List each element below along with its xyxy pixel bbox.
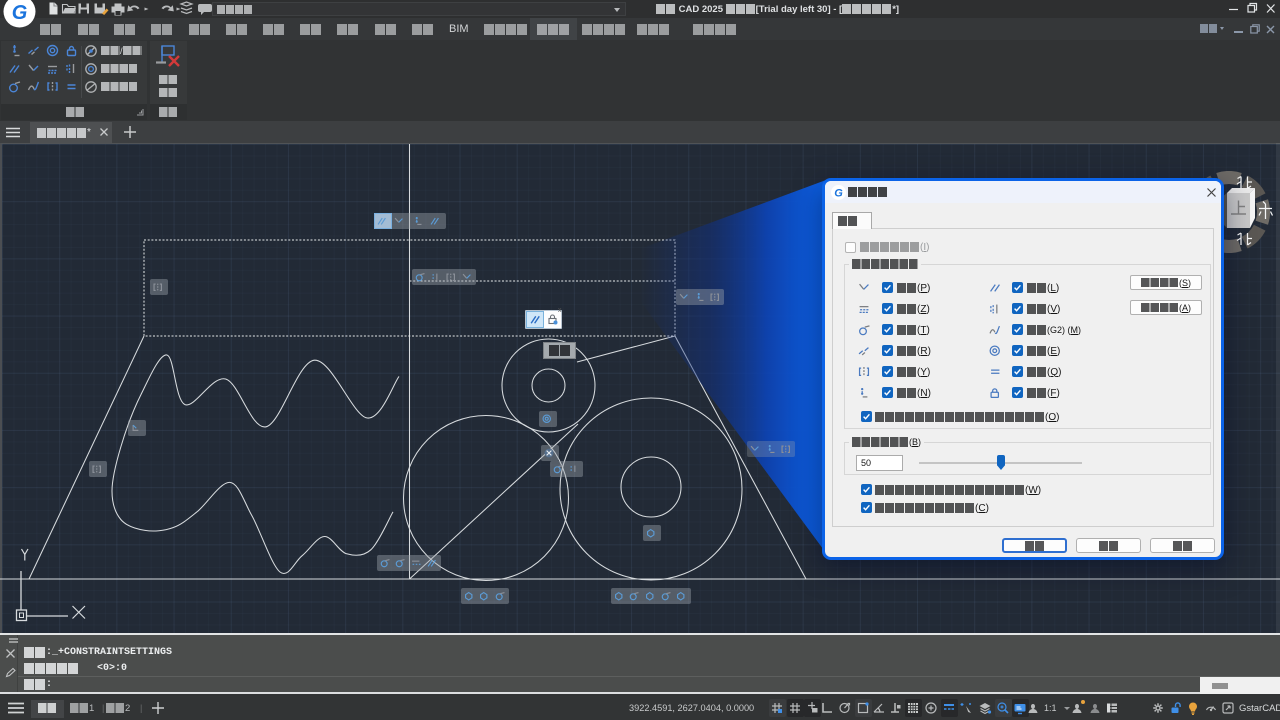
svg-text:G: G <box>12 2 28 24</box>
